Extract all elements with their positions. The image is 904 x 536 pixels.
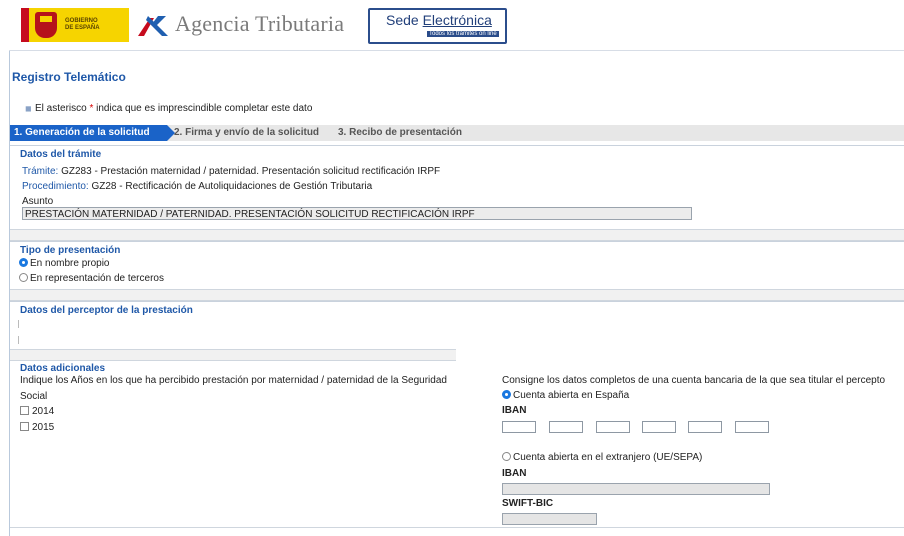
step-recibo: 3. Recibo de presentación [338,127,462,138]
section-heading: Datos adicionales [20,363,106,374]
gobierno-logo-text: GOBIERNO DE ESPAÑA [65,18,100,32]
procedimiento-value: GZ28 - Rectificación de Autoliquidacione… [88,181,373,192]
iban-field-2[interactable] [549,421,583,433]
radio-cuenta-espana[interactable]: Cuenta abierta en España [502,390,629,401]
sede-electronica-logo[interactable]: Sede Electrónica Todos los trámites on l… [368,8,507,44]
section-datos-perceptor: Datos del perceptor de la prestación [10,301,904,350]
note-prefix: El asterisco [35,103,90,114]
spain-flag-stripe [21,8,29,42]
iban-label: IBAN [502,405,527,416]
section-bottom-border [10,527,904,528]
left-frame-border [0,0,10,536]
asunto-input[interactable]: PRESTACIÓN MATERNIDAD / PATERNIDAD. PRES… [22,207,692,220]
radio-label: Cuenta abierta en el extranjero (UE/SEPA… [513,452,703,463]
checkbox-2015[interactable]: 2015 [20,422,54,433]
section-datos-adicionales: Datos adicionales Indique los Años en lo… [10,361,904,527]
tramite-value: GZ283 - Prestación maternidad / paternid… [58,166,441,177]
site-header: GOBIERNO DE ESPAÑA Agencia Tributaria Se… [9,0,904,51]
sede-title-part1: Sede [386,12,423,28]
section-tipo-presentacion: Tipo de presentación En nombre propio En… [10,241,904,289]
iban-field-6[interactable] [735,421,769,433]
section-datos-tramite: Datos del trámite Trámite: GZ283 - Prest… [10,145,904,230]
agency-title[interactable]: Agencia Tributaria [175,11,344,37]
radio-label: Cuenta abierta en España [513,390,630,401]
iban-field-3[interactable] [596,421,630,433]
iban-foreign-input[interactable] [502,483,770,495]
section-heading: Datos del trámite [20,149,102,160]
step-generacion: 1. Generación de la solicitud [10,125,175,141]
tramite-line: Trámite: GZ283 - Prestación maternidad /… [22,166,440,177]
iban-label-foreign: IBAN [502,468,527,479]
bullet-icon: ◼ [25,104,32,113]
field-edge-mark [18,336,19,344]
checkbox-icon[interactable] [20,406,29,415]
wizard-steps: 1. Generación de la solicitud 2. Firma y… [10,125,904,141]
gobierno-line2: DE ESPAÑA [65,25,100,31]
bank-text: Consigne los datos completos de una cuen… [502,375,886,386]
years-text-line1: Indique los Años en los que ha percibido… [20,375,447,386]
note-suffix: indica que es imprescindible completar e… [93,103,313,114]
iban-field-1[interactable] [502,421,536,433]
section-divider [10,289,904,301]
radio-label: En nombre propio [30,258,110,269]
required-note: ◼ El asterisco * indica que es imprescin… [25,103,313,114]
radio-unselected-icon[interactable] [502,452,511,461]
checkbox-label: 2015 [32,422,55,433]
iban-field-5[interactable] [688,421,722,433]
agencia-tributaria-logo-icon[interactable] [136,12,170,40]
asunto-label: Asunto [22,196,54,207]
sede-subtitle: Todos los trámites on line [427,31,499,37]
section-heading: Datos del perceptor de la prestación [20,305,193,316]
radio-label: En representación de terceros [30,273,164,284]
radio-representacion[interactable]: En representación de terceros [19,273,164,284]
swift-label: SWIFT-BIC [502,498,554,509]
field-edge-mark [18,320,19,328]
radio-cuenta-extranjero[interactable]: Cuenta abierta en el extranjero (UE/SEPA… [502,452,702,463]
section-divider [10,229,904,241]
iban-field-4[interactable] [642,421,676,433]
sede-title-part2: Electrónica [422,12,492,28]
coat-of-arms-icon [35,12,57,38]
checkbox-icon[interactable] [20,422,29,431]
step-firma: 2. Firma y envío de la solicitud [174,127,320,138]
years-text-line2: Social [20,391,48,402]
radio-selected-icon[interactable] [19,258,28,267]
gobierno-line1: GOBIERNO [65,18,98,24]
checkbox-2014[interactable]: 2014 [20,406,54,417]
radio-nombre-propio[interactable]: En nombre propio [19,258,110,269]
section-divider [10,349,456,361]
radio-unselected-icon[interactable] [19,273,28,282]
sede-title: Sede Electrónica [386,12,492,28]
swift-input[interactable] [502,513,597,525]
procedimiento-label: Procedimiento: [22,181,89,192]
gobierno-espana-logo[interactable]: GOBIERNO DE ESPAÑA [21,8,129,42]
tramite-label: Trámite: [22,166,59,177]
procedimiento-line: Procedimiento: GZ28 - Rectificación de A… [22,181,372,192]
page-title: Registro Telemático [12,70,126,84]
checkbox-label: 2014 [32,406,55,417]
section-heading: Tipo de presentación [20,245,121,256]
radio-selected-icon[interactable] [502,390,511,399]
